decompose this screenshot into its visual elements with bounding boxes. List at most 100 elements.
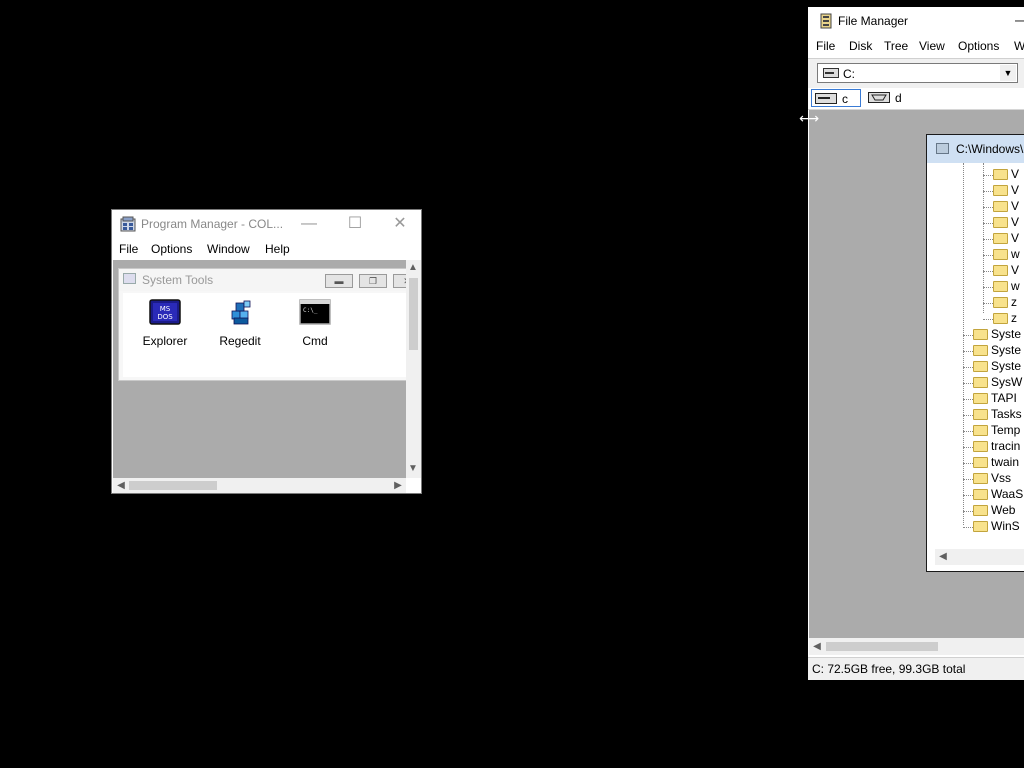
folder-label: tracin (991, 439, 1021, 453)
tree-folder-item[interactable]: Temp (973, 423, 1020, 439)
tree-folder-item[interactable]: w (993, 247, 1020, 263)
tree-folder-item[interactable]: V (993, 231, 1019, 247)
tree-folder-item[interactable]: Vss (973, 471, 1011, 487)
folder-label: Vss (991, 471, 1012, 485)
minimize-button[interactable]: — (286, 210, 332, 240)
tree-connector (963, 367, 973, 368)
tree-folder-item[interactable]: w (993, 279, 1020, 295)
folder-label: SysW (991, 375, 1023, 389)
folder-icon (973, 345, 988, 357)
drive-c-button[interactable]: c (811, 89, 861, 107)
vertical-scrollbar[interactable]: ▲ ▼ (406, 260, 421, 478)
network-drive-icon (868, 92, 890, 103)
tree-folder-item[interactable]: V (993, 199, 1019, 215)
tree-folder-item[interactable]: Syste (973, 327, 1021, 343)
menu-options[interactable]: Options (958, 39, 999, 53)
hard-drive-icon (815, 93, 837, 104)
file-manager-menubar: File Disk Tree View Options W (808, 37, 1024, 57)
folder-label: V (1011, 167, 1020, 181)
tree-folder-item[interactable]: V (993, 263, 1019, 279)
svg-text:DOS: DOS (157, 313, 173, 321)
maximize-button[interactable]: ☐ (332, 210, 378, 240)
tree-folder-item[interactable]: WaaS (973, 487, 1023, 503)
menu-file[interactable]: File (119, 242, 138, 256)
drive-combo[interactable]: C: ▼ (817, 63, 1018, 83)
close-button[interactable]: ✕ (377, 210, 423, 240)
folder-icon (973, 425, 988, 437)
tree-connector (983, 191, 993, 192)
tree-folder-item[interactable]: Tasks (973, 407, 1022, 423)
scroll-down-arrow-icon[interactable]: ▼ (405, 463, 421, 474)
program-item-cmd[interactable]: C:\_ Cmd (280, 299, 350, 348)
menu-window[interactable]: W (1014, 39, 1024, 53)
horizontal-scrollbar[interactable]: ◀ (809, 638, 1024, 655)
tree-folder-item[interactable]: V (993, 167, 1019, 183)
tree-folder-item[interactable]: z (993, 295, 1017, 311)
directory-tree-window[interactable]: C:\Windows\ VVVVVwVwzz Syste Syste Syste Sy… (926, 134, 1024, 572)
scroll-left-arrow-icon[interactable]: ◀ (935, 551, 951, 562)
tree-folder-item[interactable]: tracin (973, 439, 1020, 455)
tree-folder-item[interactable]: Syste (973, 343, 1021, 359)
tree-folder-item[interactable]: V (993, 183, 1019, 199)
scroll-right-arrow-icon[interactable]: ▶ (390, 480, 406, 491)
menu-window[interactable]: Window (207, 242, 250, 256)
scroll-left-arrow-icon[interactable]: ◀ (113, 480, 129, 491)
drive-d-button[interactable]: d (865, 89, 905, 107)
tree-folder-item[interactable]: z (993, 311, 1017, 327)
folder-icon (973, 409, 988, 421)
scroll-up-arrow-icon[interactable]: ▲ (405, 262, 421, 273)
menu-disk[interactable]: Disk (849, 39, 872, 53)
group-titlebar[interactable]: System Tools ▬ ❐ ✕ (119, 269, 421, 291)
group-window-system-tools[interactable]: System Tools ▬ ❐ ✕ MS DOS Explorer (118, 268, 421, 381)
folder-icon (973, 473, 988, 485)
scroll-left-arrow-icon[interactable]: ◀ (809, 641, 825, 652)
tree-horizontal-scrollbar[interactable]: ◀ (935, 549, 1024, 565)
tree-folder-item[interactable]: twain (973, 455, 1019, 471)
tree-window-control-icon[interactable] (936, 143, 949, 154)
program-item-explorer[interactable]: MS DOS Explorer (130, 299, 200, 348)
tree-folder-item[interactable]: SysW (973, 375, 1022, 391)
program-label: Explorer (142, 334, 188, 348)
folder-icon (993, 249, 1008, 261)
menu-options[interactable]: Options (151, 242, 192, 256)
minimize-button[interactable]: — (1000, 7, 1024, 37)
program-manager-window[interactable]: Program Manager - COL... — ☐ ✕ File Opti… (111, 209, 422, 494)
tree-connector (963, 431, 973, 432)
tree-connector (983, 303, 993, 304)
file-manager-window[interactable]: File Manager — File Disk Tree View Optio… (808, 7, 1024, 680)
tree-folder-item[interactable]: WinS (973, 519, 1020, 535)
horizontal-scroll-thumb[interactable] (129, 481, 217, 490)
horizontal-scroll-thumb[interactable] (826, 642, 938, 651)
tree-folder-item[interactable]: Web (973, 503, 1015, 519)
folder-icon (973, 457, 988, 469)
menu-file[interactable]: File (816, 39, 835, 53)
folder-label: Syste (991, 327, 1022, 341)
svg-text:MS: MS (160, 305, 171, 313)
window-title: File Manager (838, 14, 909, 28)
folder-label: V (1011, 263, 1020, 277)
file-manager-titlebar[interactable]: File Manager — (808, 7, 1024, 37)
vertical-scroll-thumb[interactable] (409, 278, 418, 350)
tree-connector (983, 175, 993, 176)
tree-connector (983, 255, 993, 256)
group-restore-button[interactable]: ❐ (359, 274, 387, 288)
file-manager-icon (820, 13, 832, 29)
program-item-regedit[interactable]: Regedit (205, 299, 275, 348)
menu-tree[interactable]: Tree (884, 39, 908, 53)
chevron-down-icon[interactable]: ▼ (1000, 65, 1016, 81)
tree-connector (963, 163, 964, 525)
horizontal-scrollbar[interactable]: ◀ ▶ (113, 478, 406, 493)
tree-window-titlebar[interactable]: C:\Windows\ (927, 135, 1024, 163)
tree-connector (963, 447, 973, 448)
tree-folder-item[interactable]: Syste (973, 359, 1021, 375)
group-control-icon[interactable] (123, 273, 136, 284)
tree-folder-item[interactable]: TAPI (973, 391, 1017, 407)
tree-folder-item[interactable]: V (993, 215, 1019, 231)
menu-view[interactable]: View (919, 39, 945, 53)
folder-icon (973, 329, 988, 341)
program-manager-titlebar[interactable]: Program Manager - COL... — ☐ ✕ (112, 210, 421, 240)
tree-connector (963, 479, 973, 480)
folder-label: V (1011, 231, 1020, 245)
group-minimize-button[interactable]: ▬ (325, 274, 353, 288)
menu-help[interactable]: Help (265, 242, 290, 256)
